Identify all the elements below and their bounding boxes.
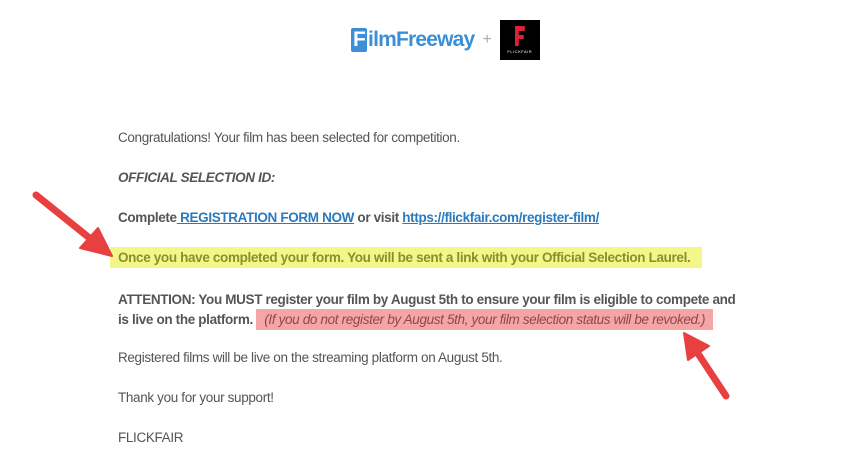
annotation-arrows — [32, 191, 730, 400]
arrow-icon — [683, 332, 730, 400]
arrow-icon — [32, 191, 113, 257]
